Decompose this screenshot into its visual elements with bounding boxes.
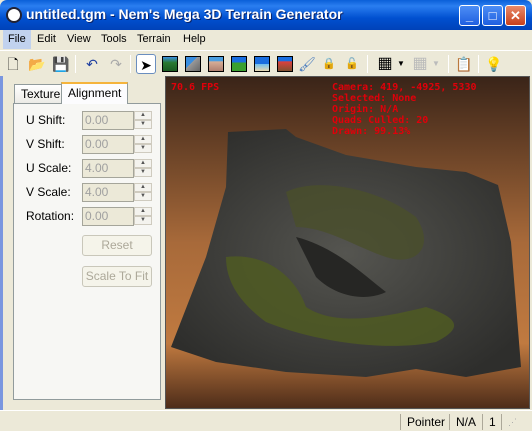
u-shift-spinner[interactable]: ▲ ▼ [134, 111, 152, 130]
spin-up-icon[interactable]: ▲ [134, 111, 152, 120]
new-file-icon[interactable]: 🗋 [3, 54, 23, 74]
spin-up-icon[interactable]: ▲ [134, 135, 152, 144]
u-scale-label: U Scale: [26, 161, 72, 175]
v-scale-spinner[interactable]: ▲ ▼ [134, 183, 152, 202]
pointer-icon[interactable]: ➤ [136, 54, 156, 74]
grid-dropdown-arrow-icon[interactable]: ▼ [395, 54, 407, 74]
spin-down-icon[interactable]: ▼ [134, 192, 152, 201]
redo-icon[interactable]: ↷ [106, 54, 126, 74]
left-panel: Texture Alignment U Shift: 0.00 ▲ ▼ V Shi… [0, 76, 162, 410]
terrain-water-icon[interactable] [252, 54, 272, 74]
terrain-mountain-icon[interactable] [183, 54, 203, 74]
lightbulb-icon[interactable]: 💡 [484, 54, 504, 74]
v-scale-label: V Scale: [26, 185, 71, 199]
menu-view[interactable]: View [62, 30, 96, 49]
menu-edit[interactable]: Edit [32, 30, 61, 49]
terrain-forest-icon[interactable] [160, 54, 180, 74]
u-shift-input[interactable]: 0.00 [82, 111, 134, 130]
status-mode: Pointer [400, 414, 451, 430]
v-shift-input[interactable]: 0.00 [82, 135, 134, 154]
selected-readout: Selected: None [332, 93, 417, 104]
window-title: untitled.tgm - Nem's Mega 3D Terrain Gen… [26, 6, 343, 22]
rotation-input[interactable]: 0.00 [82, 207, 134, 226]
3d-viewport[interactable]: 70.6 FPS Camera: 419, -4925, 5330 Select… [165, 76, 530, 409]
status-bar: Pointer N/A 1 ⋰ [0, 410, 532, 431]
spin-down-icon[interactable]: ▼ [134, 216, 152, 225]
terrain-hills-icon[interactable] [229, 54, 249, 74]
spin-down-icon[interactable]: ▼ [134, 120, 152, 129]
hud-info: Camera: 419, -4925, 5330 Selected: None … [332, 82, 477, 137]
rotation-label: Rotation: [26, 209, 75, 223]
app-icon[interactable] [6, 7, 22, 23]
grid-disabled-dropdown-arrow-icon: ▼ [432, 59, 440, 68]
scale-to-fit-button[interactable]: Scale To Fit [82, 266, 152, 287]
v-shift-label: V Shift: [26, 137, 65, 151]
u-scale-input[interactable]: 4.00 [82, 159, 134, 178]
separator [75, 55, 76, 73]
brush-icon[interactable]: 🖌 [297, 54, 317, 74]
drawn-readout: Drawn: 99.13% [332, 126, 411, 137]
quads-culled-readout: Quads Culled: 20 [332, 115, 429, 126]
menu-bar: File Edit View Tools Terrain Help [0, 30, 532, 49]
lock-icon[interactable]: 🔒 [319, 54, 339, 74]
status-value: N/A [449, 414, 482, 430]
reset-button[interactable]: Reset [82, 235, 152, 256]
unlock-icon[interactable]: 🔓 [342, 54, 362, 74]
grid-icon[interactable]: ▦ [375, 54, 395, 74]
separator [478, 55, 479, 73]
spin-up-icon[interactable]: ▲ [134, 183, 152, 192]
u-scale-spinner[interactable]: ▲ ▼ [134, 159, 152, 178]
tab-texture[interactable]: Texture [14, 84, 68, 103]
open-folder-icon[interactable]: 📂 [27, 54, 47, 74]
title-bar: untitled.tgm - Nem's Mega 3D Terrain Gen… [0, 0, 532, 30]
alignment-tab-page: U Shift: 0.00 ▲ ▼ V Shift: 0.00 ▲ ▼ U Scal… [13, 103, 161, 400]
close-button[interactable]: ✕ [505, 5, 526, 26]
spin-up-icon[interactable]: ▲ [134, 159, 152, 168]
save-icon[interactable]: 💾 [51, 54, 71, 74]
maximize-icon: □ [488, 8, 497, 23]
rotation-spinner[interactable]: ▲ ▼ [134, 207, 152, 226]
close-icon: ✕ [510, 8, 521, 23]
menu-file[interactable]: File [3, 30, 31, 49]
toolbar: 🗋 📂 💾 ↶ ↷ ➤ 🖌 🔒 🔓 ▦ ▼ ▦ ▼ 📋 💡 [0, 50, 532, 76]
undo-icon[interactable]: ↶ [82, 54, 102, 74]
separator [130, 55, 131, 73]
minimize-button[interactable]: _ [459, 5, 480, 26]
fps-readout: 70.6 FPS [171, 82, 220, 93]
menu-tools[interactable]: Tools [96, 30, 132, 49]
v-shift-spinner[interactable]: ▲ ▼ [134, 135, 152, 154]
maximize-button[interactable]: □ [482, 5, 503, 26]
spin-down-icon[interactable]: ▼ [134, 144, 152, 153]
menu-help[interactable]: Help [178, 30, 211, 49]
grid-disabled-icon: ▦ [412, 55, 428, 72]
v-scale-input[interactable]: 4.00 [82, 183, 134, 202]
resize-grip-icon[interactable]: ⋰ [501, 414, 523, 430]
terrain-volcano-icon[interactable] [275, 54, 295, 74]
minimize-icon: _ [465, 8, 474, 23]
terrain-rock-icon[interactable] [206, 54, 226, 74]
properties-icon[interactable]: 📋 [454, 54, 474, 74]
status-count: 1 [482, 414, 502, 430]
spin-up-icon[interactable]: ▲ [134, 207, 152, 216]
u-shift-label: U Shift: [26, 113, 66, 127]
separator [367, 55, 368, 73]
origin-readout: Origin: N/A [332, 104, 399, 115]
spin-down-icon[interactable]: ▼ [134, 168, 152, 177]
separator [448, 55, 449, 73]
tab-alignment[interactable]: Alignment [61, 82, 129, 104]
camera-readout: Camera: 419, -4925, 5330 [332, 82, 477, 93]
menu-terrain[interactable]: Terrain [132, 30, 176, 49]
